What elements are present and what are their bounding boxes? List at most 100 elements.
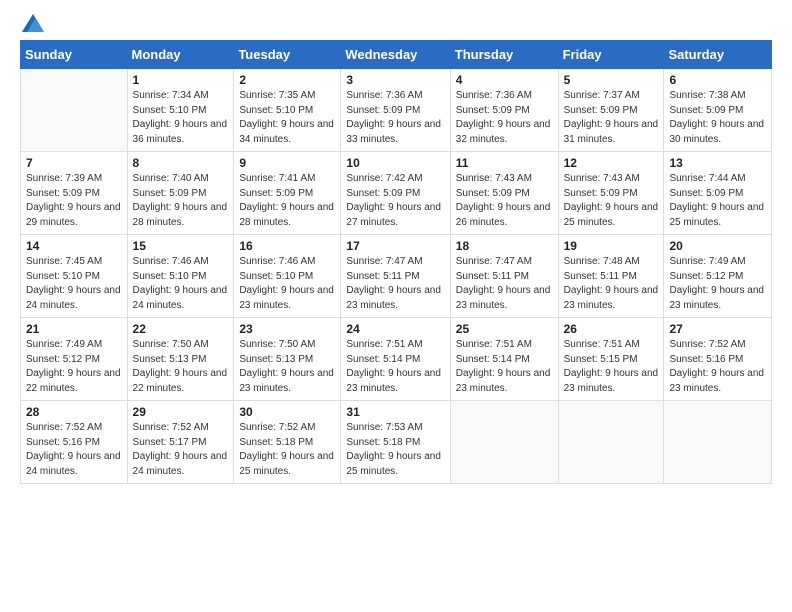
day-number: 1 — [133, 73, 229, 87]
sunrise-text: Sunrise: 7:46 AM — [239, 255, 335, 270]
col-header-monday: Monday — [127, 41, 234, 69]
sunset-text: Sunset: 5:09 PM — [669, 104, 766, 119]
calendar: SundayMondayTuesdayWednesdayThursdayFrid… — [20, 40, 772, 484]
day-detail: Sunrise: 7:43 AMSunset: 5:09 PMDaylight:… — [564, 172, 659, 230]
day-number: 7 — [26, 156, 122, 170]
daylight-text: Daylight: 9 hours and 36 minutes. — [133, 118, 229, 147]
sunset-text: Sunset: 5:18 PM — [346, 436, 444, 451]
day-number: 5 — [564, 73, 659, 87]
sunrise-text: Sunrise: 7:49 AM — [26, 338, 122, 353]
calendar-cell: 6Sunrise: 7:38 AMSunset: 5:09 PMDaylight… — [664, 69, 772, 152]
day-detail: Sunrise: 7:51 AMSunset: 5:15 PMDaylight:… — [564, 338, 659, 396]
calendar-cell: 11Sunrise: 7:43 AMSunset: 5:09 PMDayligh… — [450, 152, 558, 235]
sunset-text: Sunset: 5:12 PM — [26, 353, 122, 368]
calendar-week-row: 7 Sunrise: 7:39 AMSunset: 5:09 PMDaylight… — [21, 152, 772, 235]
day-detail: Sunrise: 7:36 AMSunset: 5:09 PMDaylight:… — [456, 89, 553, 147]
day-detail: Sunrise: 7:38 AMSunset: 5:09 PMDaylight:… — [669, 89, 766, 147]
sunrise-text: Sunrise: 7:50 AM — [239, 338, 335, 353]
sunrise-text: Sunrise: 7:36 AM — [456, 89, 553, 104]
calendar-cell — [450, 401, 558, 484]
calendar-cell: 12Sunrise: 7:43 AMSunset: 5:09 PMDayligh… — [558, 152, 664, 235]
sunrise-text: Sunrise: 7:52 AM — [133, 421, 229, 436]
sunrise-text: Sunrise: 7:51 AM — [456, 338, 553, 353]
daylight-text: Daylight: 9 hours and 25 minutes. — [564, 201, 659, 230]
day-detail: Sunrise: 7:52 AMSunset: 5:16 PMDaylight:… — [669, 338, 766, 396]
day-number: 19 — [564, 239, 659, 253]
calendar-cell: 1Sunrise: 7:34 AMSunset: 5:10 PMDaylight… — [127, 69, 234, 152]
daylight-text: Daylight: 9 hours and 22 minutes. — [133, 367, 229, 396]
sunrise-text: Sunrise: 7:50 AM — [133, 338, 229, 353]
sunset-text: Sunset: 5:16 PM — [669, 353, 766, 368]
daylight-text: Daylight: 9 hours and 34 minutes. — [239, 118, 335, 147]
sunset-text: Sunset: 5:09 PM — [346, 104, 444, 119]
sunset-text: Sunset: 5:11 PM — [346, 270, 444, 285]
sunrise-text: Sunrise: 7:37 AM — [564, 89, 659, 104]
day-detail: Sunrise: 7:43 AMSunset: 5:09 PMDaylight:… — [456, 172, 553, 230]
day-number: 18 — [456, 239, 553, 253]
sunset-text: Sunset: 5:10 PM — [133, 270, 229, 285]
sunset-text: Sunset: 5:10 PM — [26, 270, 122, 285]
daylight-text: Daylight: 9 hours and 23 minutes. — [456, 284, 553, 313]
day-detail: Sunrise: 7:52 AMSunset: 5:16 PMDaylight:… — [26, 421, 122, 479]
day-number: 17 — [346, 239, 444, 253]
calendar-cell: 7 Sunrise: 7:39 AMSunset: 5:09 PMDaylight… — [21, 152, 128, 235]
sunrise-text: Sunrise: 7:52 AM — [239, 421, 335, 436]
calendar-cell: 27 Sunrise: 7:52 AMSunset: 5:16 PMDayligh… — [664, 318, 772, 401]
calendar-cell: 29Sunrise: 7:52 AMSunset: 5:17 PMDayligh… — [127, 401, 234, 484]
sunset-text: Sunset: 5:18 PM — [239, 436, 335, 451]
sunset-text: Sunset: 5:17 PM — [133, 436, 229, 451]
calendar-cell — [21, 69, 128, 152]
sunset-text: Sunset: 5:09 PM — [456, 187, 553, 202]
daylight-text: Daylight: 9 hours and 23 minutes. — [564, 284, 659, 313]
col-header-friday: Friday — [558, 41, 664, 69]
sunrise-text: Sunrise: 7:52 AM — [26, 421, 122, 436]
daylight-text: Daylight: 9 hours and 28 minutes. — [239, 201, 335, 230]
daylight-text: Daylight: 9 hours and 23 minutes. — [456, 367, 553, 396]
daylight-text: Daylight: 9 hours and 27 minutes. — [346, 201, 444, 230]
sunrise-text: Sunrise: 7:35 AM — [239, 89, 335, 104]
daylight-text: Daylight: 9 hours and 25 minutes. — [669, 201, 766, 230]
sunrise-text: Sunrise: 7:36 AM — [346, 89, 444, 104]
sunrise-text: Sunrise: 7:43 AM — [564, 172, 659, 187]
page: SundayMondayTuesdayWednesdayThursdayFrid… — [0, 0, 792, 612]
header — [20, 18, 772, 28]
calendar-cell: 28Sunrise: 7:52 AMSunset: 5:16 PMDayligh… — [21, 401, 128, 484]
sunset-text: Sunset: 5:09 PM — [346, 187, 444, 202]
day-detail: Sunrise: 7:52 AMSunset: 5:18 PMDaylight:… — [239, 421, 335, 479]
day-detail: Sunrise: 7:51 AMSunset: 5:14 PMDaylight:… — [456, 338, 553, 396]
sunset-text: Sunset: 5:09 PM — [26, 187, 122, 202]
sunrise-text: Sunrise: 7:47 AM — [456, 255, 553, 270]
sunrise-text: Sunrise: 7:42 AM — [346, 172, 444, 187]
daylight-text: Daylight: 9 hours and 28 minutes. — [133, 201, 229, 230]
day-number: 16 — [239, 239, 335, 253]
day-number: 31 — [346, 405, 444, 419]
day-number: 27 — [669, 322, 766, 336]
daylight-text: Daylight: 9 hours and 23 minutes. — [346, 284, 444, 313]
sunset-text: Sunset: 5:12 PM — [669, 270, 766, 285]
sunset-text: Sunset: 5:09 PM — [456, 104, 553, 119]
daylight-text: Daylight: 9 hours and 31 minutes. — [564, 118, 659, 147]
day-number: 15 — [133, 239, 229, 253]
day-number: 14 — [26, 239, 122, 253]
daylight-text: Daylight: 9 hours and 33 minutes. — [346, 118, 444, 147]
col-header-sunday: Sunday — [21, 41, 128, 69]
day-detail: Sunrise: 7:45 AMSunset: 5:10 PMDaylight:… — [26, 255, 122, 313]
day-detail: Sunrise: 7:48 AMSunset: 5:11 PMDaylight:… — [564, 255, 659, 313]
sunrise-text: Sunrise: 7:51 AM — [564, 338, 659, 353]
calendar-cell: 20Sunrise: 7:49 AMSunset: 5:12 PMDayligh… — [664, 235, 772, 318]
sunrise-text: Sunrise: 7:51 AM — [346, 338, 444, 353]
calendar-cell: 31Sunrise: 7:53 AMSunset: 5:18 PMDayligh… — [341, 401, 450, 484]
day-number: 29 — [133, 405, 229, 419]
day-detail: Sunrise: 7:39 AMSunset: 5:09 PMDaylight:… — [26, 172, 122, 230]
sunset-text: Sunset: 5:14 PM — [456, 353, 553, 368]
sunset-text: Sunset: 5:09 PM — [669, 187, 766, 202]
calendar-cell: 21Sunrise: 7:49 AMSunset: 5:12 PMDayligh… — [21, 318, 128, 401]
daylight-text: Daylight: 9 hours and 24 minutes. — [26, 450, 122, 479]
calendar-cell: 13Sunrise: 7:44 AMSunset: 5:09 PMDayligh… — [664, 152, 772, 235]
sunrise-text: Sunrise: 7:48 AM — [564, 255, 659, 270]
sunrise-text: Sunrise: 7:44 AM — [669, 172, 766, 187]
col-header-wednesday: Wednesday — [341, 41, 450, 69]
sunrise-text: Sunrise: 7:47 AM — [346, 255, 444, 270]
calendar-cell: 24Sunrise: 7:51 AMSunset: 5:14 PMDayligh… — [341, 318, 450, 401]
calendar-cell: 2Sunrise: 7:35 AMSunset: 5:10 PMDaylight… — [234, 69, 341, 152]
